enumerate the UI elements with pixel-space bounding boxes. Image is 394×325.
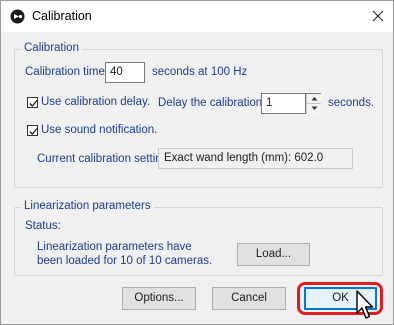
window-title: Calibration: [32, 9, 92, 23]
delay-calibration-label: Delay the calibration: [158, 97, 263, 109]
delay-spinner[interactable]: [305, 93, 321, 114]
calibration-delay-label: Use calibration delay.: [41, 96, 151, 108]
spinner-up-button[interactable]: [306, 94, 321, 104]
sound-notification-label: Use sound notification.: [41, 124, 158, 136]
calibration-time-input[interactable]: 40: [105, 62, 145, 83]
checkmark-icon: [29, 128, 38, 135]
close-button[interactable]: [363, 1, 393, 31]
status-label: Status:: [25, 220, 61, 232]
calibration-time-label: Calibration time: [25, 66, 105, 78]
delay-suffix: seconds.: [328, 97, 375, 109]
app-icon: [10, 9, 25, 24]
load-button[interactable]: Load...: [237, 243, 310, 266]
mouse-cursor-icon: [356, 290, 374, 319]
current-settings-label: Current calibration settings:: [37, 153, 177, 165]
calibration-delay-checkbox[interactable]: [27, 97, 38, 108]
status-line-1: Linearization parameters have: [37, 241, 192, 253]
status-line-2: been loaded for 10 of 10 cameras.: [37, 255, 213, 267]
title-bar: Calibration: [1, 1, 393, 32]
calibration-group-title: Calibration: [21, 42, 82, 54]
calibration-time-suffix: seconds at 100 Hz: [152, 66, 248, 78]
options-button[interactable]: Options...: [122, 287, 196, 310]
sound-notification-checkbox[interactable]: [27, 125, 38, 136]
current-settings-value: Exact wand length (mm): 602.0: [158, 148, 353, 169]
checkmark-icon: [29, 100, 38, 107]
spinner-down-button[interactable]: [306, 104, 321, 114]
linearization-group-title: Linearization parameters: [21, 200, 154, 212]
close-icon: [372, 10, 384, 22]
chevron-up-icon: [311, 97, 318, 101]
chevron-down-icon: [311, 106, 318, 110]
cancel-button[interactable]: Cancel: [212, 287, 286, 310]
delay-input[interactable]: 1: [261, 93, 306, 114]
calibration-dialog: Calibration Calibration Calibration time…: [0, 0, 394, 325]
